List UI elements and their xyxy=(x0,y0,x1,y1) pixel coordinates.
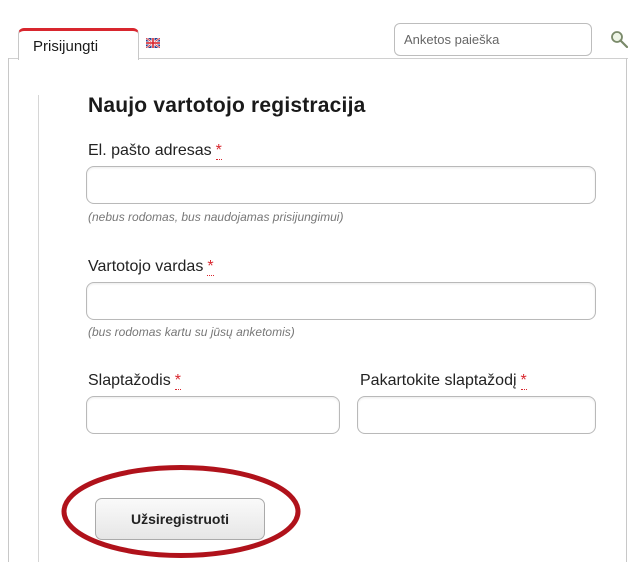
password-field[interactable] xyxy=(86,396,340,434)
required-marker: * xyxy=(215,142,222,160)
email-label: El. pašto adresas * xyxy=(88,142,222,160)
password-repeat-label: Pakartokite slaptažodį * xyxy=(360,372,527,390)
content-right-border xyxy=(626,58,627,562)
magnifier-icon[interactable] xyxy=(610,30,628,48)
required-marker: * xyxy=(520,372,527,390)
required-marker: * xyxy=(174,372,181,390)
required-marker: * xyxy=(207,258,214,276)
register-button[interactable]: Užsiregistruoti xyxy=(95,498,265,540)
password-label-text: Slaptažodis xyxy=(88,372,171,389)
username-label-text: Vartotojo vardas xyxy=(88,258,204,275)
email-hint: (nebus rodomas, bus naudojamas prisijung… xyxy=(88,210,344,224)
password-label: Slaptažodis * xyxy=(88,372,181,390)
form-title: Naujo vartotojo registracija xyxy=(88,94,366,117)
email-label-text: El. pašto adresas xyxy=(88,142,212,159)
username-label: Vartotojo vardas * xyxy=(88,258,214,276)
password-repeat-field[interactable] xyxy=(357,396,596,434)
tab-login-label: Prisijungti xyxy=(33,38,99,55)
email-field[interactable] xyxy=(86,166,596,204)
search-input[interactable] xyxy=(394,23,592,56)
password-repeat-label-text: Pakartokite slaptažodį xyxy=(360,372,517,389)
username-hint: (bus rodomas kartu su jūsų anketomis) xyxy=(88,325,295,339)
form-left-divider xyxy=(38,95,39,562)
tab-login[interactable]: Prisijungti xyxy=(18,28,139,60)
uk-flag-icon[interactable] xyxy=(146,38,160,48)
username-field[interactable] xyxy=(86,282,596,320)
content-left-border xyxy=(8,58,9,562)
